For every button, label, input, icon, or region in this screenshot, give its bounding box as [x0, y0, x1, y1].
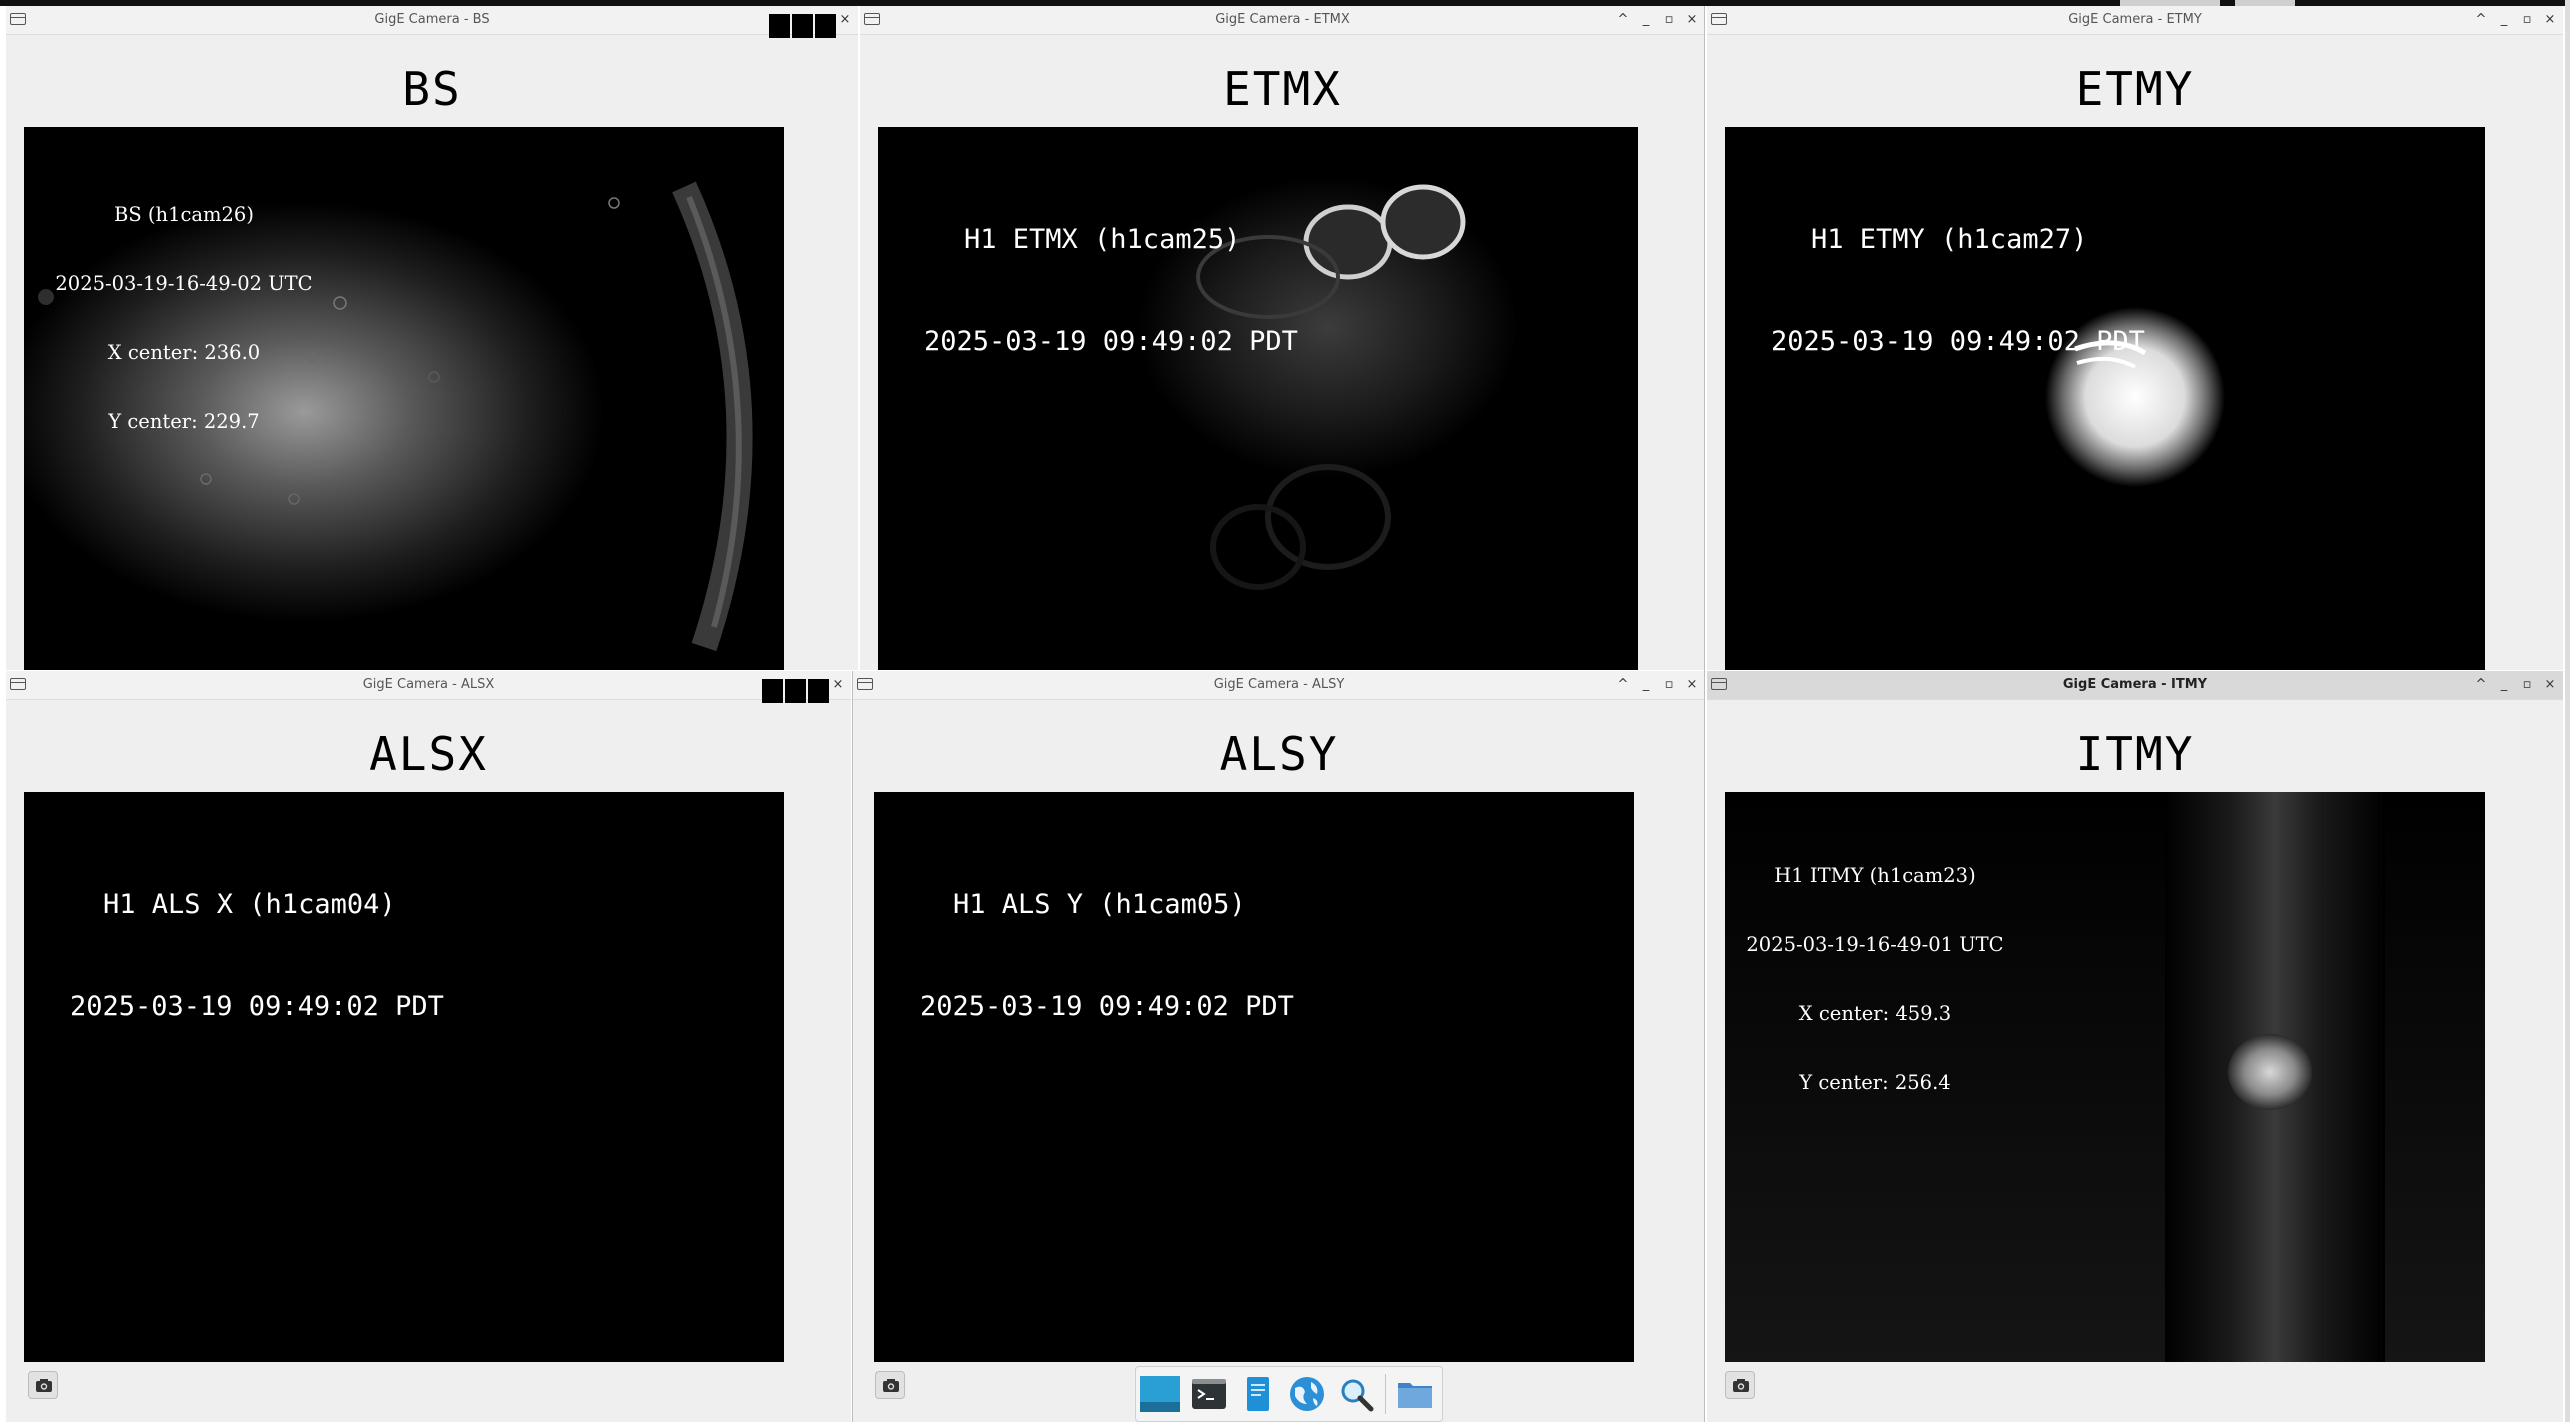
show-desktop-icon	[1140, 1376, 1180, 1412]
file-manager-icon	[1398, 1383, 1432, 1408]
window-etmy[interactable]: GigE Camera - ETMY ^ _ ▫ × ETMY H1 ETMY …	[1707, 6, 2563, 670]
close-icon[interactable]: ×	[1685, 678, 1699, 692]
snapshot-button[interactable]	[28, 1371, 58, 1399]
camera-feed: H1 ALS X (h1cam04) 2025-03-19 09:49:02 P…	[24, 792, 784, 1362]
y-center-label: Y center: 256.4	[1799, 1071, 1951, 1094]
window-titlebar[interactable]: GigE Camera - ALSX ×	[6, 671, 851, 703]
camera-name-label: H1 ETMY (h1cam27)	[1811, 224, 2088, 255]
window-titlebar[interactable]: GigE Camera - ETMY ^ _ ▫ ×	[1707, 6, 2563, 35]
window-alsy[interactable]: GigE Camera - ALSY ^ _ ▫ × ALSY H1 ALS Y…	[853, 671, 1705, 1422]
camera-heading: ITMY	[2075, 727, 2195, 781]
shade-icon[interactable]: ^	[1616, 13, 1630, 27]
window-bs[interactable]: GigE Camera - BS × BS BS (h1cam26) 2025-…	[6, 6, 858, 670]
minimize-icon[interactable]: _	[1639, 678, 1653, 692]
camera-feed: H1 ITMY (h1cam23) 2025-03-19-16-49-01 UT…	[1725, 792, 2485, 1362]
window-titlebar[interactable]: GigE Camera - ALSY ^ _ ▫ ×	[853, 671, 1705, 700]
close-icon[interactable]: ×	[831, 678, 845, 692]
close-icon[interactable]: ×	[1685, 13, 1699, 27]
y-center-label: Y center: 229.7	[108, 410, 260, 433]
camera-heading: ALSY	[1219, 727, 1339, 781]
window-title: GigE Camera - ETMY	[2068, 12, 2202, 27]
x-center-label: X center: 459.3	[1798, 1002, 1952, 1025]
timestamp-label: 2025-03-19 09:49:02 PDT	[1771, 326, 2145, 357]
text-editor-button[interactable]	[1238, 1374, 1278, 1414]
camera-feed: H1 ALS Y (h1cam05) 2025-03-19 09:49:02 P…	[874, 792, 1634, 1362]
window-titlebar[interactable]: GigE Camera - ITMY ^ _ ▫ ×	[1707, 671, 2563, 700]
camera-overlay-text: BS (h1cam26) 2025-03-19-16-49-02 UTC X c…	[44, 157, 324, 479]
camera-feed: BS (h1cam26) 2025-03-19-16-49-02 UTC X c…	[24, 127, 784, 670]
camera-feed: H1 ETMY (h1cam27) 2025-03-19 09:49:02 PD…	[1725, 127, 2485, 670]
shade-icon[interactable]: ^	[2474, 678, 2488, 692]
timestamp-label: 2025-03-19 09:49:02 PDT	[70, 991, 444, 1022]
obscured-controls	[762, 679, 829, 703]
window-itmy[interactable]: GigE Camera - ITMY ^ _ ▫ × ITMY H1 ITMY …	[1707, 671, 2563, 1422]
x-center-label: X center: 236.0	[107, 341, 261, 364]
show-desktop-button[interactable]	[1140, 1374, 1180, 1414]
timestamp-label: 2025-03-19 09:49:02 PDT	[924, 326, 1298, 357]
maximize-icon[interactable]: ▫	[1662, 13, 1676, 27]
window-titlebar[interactable]: GigE Camera - ETMX ^ _ ▫ ×	[860, 6, 1705, 35]
maximize-icon[interactable]: ▫	[1662, 678, 1676, 692]
window-title: GigE Camera - ETMX	[1215, 12, 1350, 27]
file-manager-button[interactable]	[1395, 1374, 1435, 1414]
taskbar	[1135, 1366, 1443, 1422]
camera-name-label: H1 ALS X (h1cam04)	[103, 889, 396, 920]
search-icon	[1341, 1379, 1374, 1412]
camera-overlay-text: H1 ALS Y (h1cam05) 2025-03-19 09:49:02 P…	[920, 820, 1294, 1092]
window-title: GigE Camera - ALSY	[1213, 677, 1345, 692]
camera-icon	[883, 1379, 899, 1392]
window-titlebar[interactable]: GigE Camera - BS ×	[6, 6, 858, 38]
camera-icon	[36, 1379, 52, 1392]
camera-overlay-text: H1 ETMY (h1cam27) 2025-03-19 09:49:02 PD…	[1771, 155, 2145, 427]
window-divider	[1704, 6, 1705, 1422]
maximize-icon[interactable]: ▫	[2520, 678, 2534, 692]
window-etmx[interactable]: GigE Camera - ETMX ^ _ ▫ × ETMX H1 ETMX …	[860, 6, 1705, 670]
text-editor-icon	[1247, 1377, 1269, 1411]
camera-heading: ETMY	[2075, 62, 2195, 116]
camera-heading: ALSX	[369, 727, 488, 781]
shade-icon[interactable]: ^	[2474, 13, 2488, 27]
search-button[interactable]	[1336, 1374, 1376, 1414]
timestamp-label: 2025-03-19-16-49-01 UTC	[1746, 933, 2004, 956]
camera-feed: H1 ETMX (h1cam25) 2025-03-19 09:49:02 PD…	[878, 127, 1638, 670]
camera-icon	[1733, 1379, 1749, 1392]
shade-icon[interactable]: ^	[1616, 678, 1630, 692]
camera-heading: ETMX	[1223, 62, 1342, 116]
web-browser-icon	[1290, 1377, 1324, 1411]
camera-name-label: BS (h1cam26)	[114, 203, 254, 226]
maximize-icon[interactable]: ▫	[2520, 13, 2534, 27]
window-title: GigE Camera - ITMY	[2062, 677, 2208, 692]
minimize-icon[interactable]: _	[2497, 13, 2511, 27]
camera-overlay-text: H1 ETMX (h1cam25) 2025-03-19 09:49:02 PD…	[924, 155, 1298, 427]
minimize-icon[interactable]: _	[1639, 13, 1653, 27]
taskbar-separator	[1385, 1374, 1386, 1414]
minimize-icon[interactable]: _	[2497, 678, 2511, 692]
window-title: GigE Camera - BS	[374, 12, 490, 27]
window-title: GigE Camera - ALSX	[362, 677, 495, 692]
window-divider	[852, 671, 853, 1422]
close-icon[interactable]: ×	[2543, 678, 2557, 692]
camera-heading: BS	[402, 62, 462, 116]
timestamp-label: 2025-03-19-16-49-02 UTC	[55, 272, 313, 295]
camera-name-label: H1 ETMX (h1cam25)	[964, 224, 1241, 255]
timestamp-label: 2025-03-19 09:49:02 PDT	[920, 991, 1294, 1022]
obscured-controls	[769, 14, 836, 38]
web-browser-button[interactable]	[1287, 1374, 1327, 1414]
camera-overlay-text: H1 ITMY (h1cam23) 2025-03-19-16-49-01 UT…	[1745, 818, 2005, 1140]
screen-edge	[2565, 0, 2570, 1422]
camera-name-label: H1 ITMY (h1cam23)	[1774, 864, 1976, 887]
snapshot-button[interactable]	[1725, 1371, 1755, 1399]
window-alsx[interactable]: GigE Camera - ALSX × ALSX H1 ALS X (h1ca…	[6, 671, 851, 1422]
camera-name-label: H1 ALS Y (h1cam05)	[953, 889, 1246, 920]
close-icon[interactable]: ×	[2543, 13, 2557, 27]
close-icon[interactable]: ×	[838, 13, 852, 27]
camera-overlay-text: H1 ALS X (h1cam04) 2025-03-19 09:49:02 P…	[70, 820, 444, 1092]
terminal-icon	[1192, 1379, 1226, 1409]
snapshot-button[interactable]	[875, 1371, 905, 1399]
terminal-button[interactable]	[1189, 1374, 1229, 1414]
